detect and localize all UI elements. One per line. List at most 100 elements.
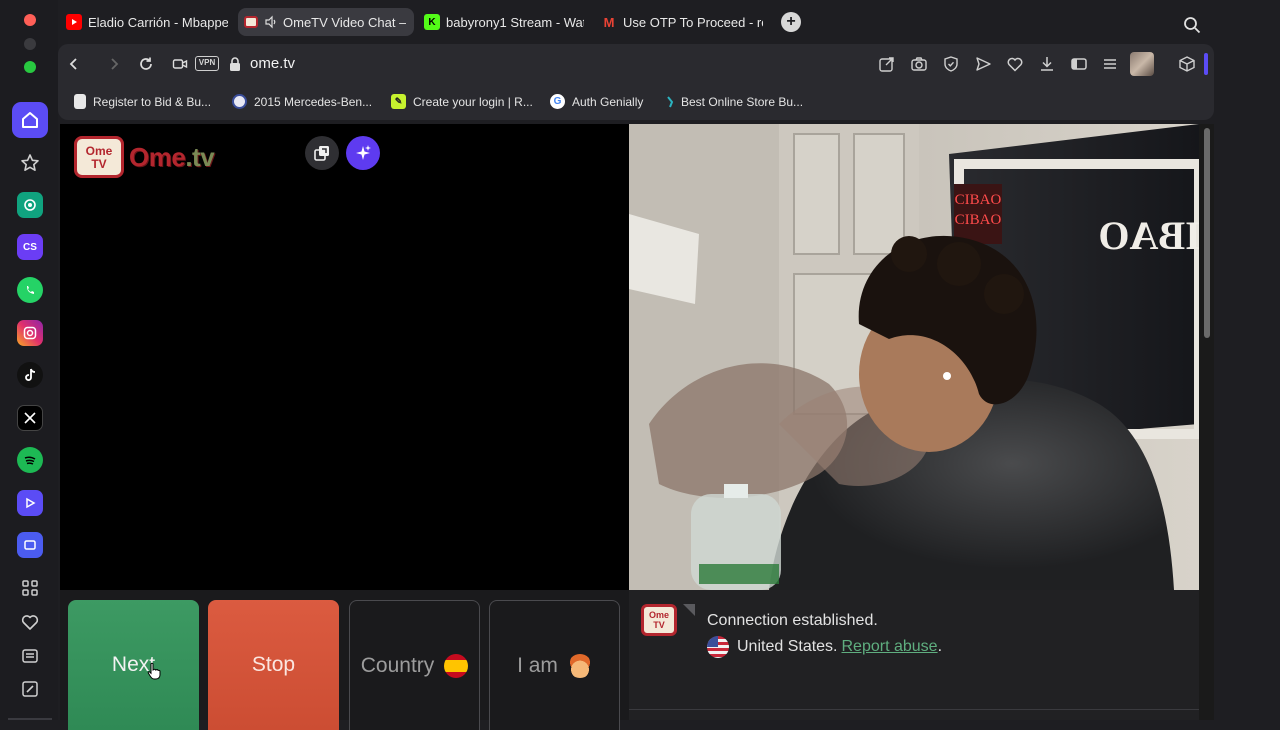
message-period: . [937, 638, 943, 655]
reload-button[interactable] [136, 54, 156, 74]
home-button[interactable] [12, 102, 48, 138]
effects-button[interactable] [346, 136, 380, 170]
popout-window-icon [314, 146, 329, 161]
search-icon[interactable] [1182, 15, 1202, 35]
sound-waves-icon [24, 456, 36, 465]
spotify-app-icon[interactable] [17, 447, 43, 473]
player-app-icon[interactable] [17, 490, 43, 516]
maximize-window-button[interactable] [24, 61, 36, 73]
close-window-button[interactable] [24, 14, 36, 26]
chevron-right-icon [111, 58, 119, 70]
stop-label: Stop [251, 653, 296, 676]
bookmark-item[interactable]: ✎ Create your login | R... [391, 94, 533, 109]
star-icon [21, 154, 39, 171]
speaker-icon[interactable] [264, 15, 278, 29]
scrollbar-thumb[interactable] [1204, 128, 1210, 338]
country-button[interactable]: Country [349, 600, 480, 730]
sparkles-icon [356, 145, 371, 160]
pencil-icon: ✎ [391, 94, 406, 109]
spain-flag-icon [444, 653, 469, 678]
back-button[interactable] [64, 54, 84, 74]
video-capture-button[interactable] [170, 54, 190, 74]
phone-icon [27, 286, 34, 294]
chat-controls: Next Stop Country I am [60, 590, 629, 730]
chevron-left-icon [69, 58, 77, 70]
logo-tv-badge: Ome TV [74, 136, 124, 178]
apps-grid-button[interactable] [12, 570, 48, 606]
logo-text-main: Ome [129, 142, 186, 172]
minimize-window-button[interactable] [24, 38, 36, 50]
tab-title: Use OTP To Proceed - ro [623, 14, 763, 30]
tab-gmail[interactable]: M Use OTP To Proceed - ro [595, 8, 769, 36]
bookmark-label: Auth Genially [572, 94, 644, 109]
tab-title: OmeTV Video Chat – [283, 14, 407, 30]
vpn-badge[interactable]: VPN [195, 56, 219, 71]
reload-icon [140, 57, 152, 70]
tab-youtube[interactable]: Eladio Carrión - Mbappe [60, 8, 234, 36]
bookmark-label: 2015 Mercedes-Ben... [254, 94, 373, 109]
bookmark-label: Best Online Store Bu... [681, 94, 804, 109]
logo-badge-bottom: TV [91, 157, 107, 171]
notes-button[interactable] [12, 638, 48, 674]
popout-button[interactable] [305, 136, 339, 170]
local-video-area: Ome TV Ome.tv [60, 124, 629, 590]
camera-outline-icon [23, 326, 37, 340]
url-field[interactable]: ome.tv [250, 55, 295, 72]
favorites-button[interactable] [12, 145, 48, 181]
bookmark-item[interactable]: 2015 Mercedes-Ben... [232, 94, 372, 109]
menu-icon[interactable] [1101, 55, 1119, 73]
ometv-page: Ome TV Ome.tv CIBAO CIBAO BAO Next Stop … [60, 124, 1214, 730]
connection-message: Connection established. [707, 612, 878, 629]
browser-sidebar: CS [0, 0, 58, 720]
instagram-app-icon[interactable] [17, 320, 43, 346]
chat-input-divider [629, 709, 1199, 710]
red-sign-text-2: CIBAO [955, 212, 1002, 228]
ometv-logo[interactable]: Ome TV Ome.tv [74, 132, 224, 182]
boy-face-icon [567, 653, 592, 678]
country-message: United States. Report abuse. [707, 636, 942, 658]
share-icon[interactable] [878, 55, 896, 73]
sidebar-toggle-icon[interactable] [1070, 55, 1088, 73]
forward-button[interactable] [104, 54, 124, 74]
cs-app-icon[interactable]: CS [17, 234, 43, 260]
bookmarks-bar: Register to Bid & Bu... 2015 Mercedes-Be… [58, 84, 1214, 120]
chat-panel: Ome TV Connection established. United St… [629, 590, 1199, 720]
profile-avatar[interactable] [1130, 52, 1154, 76]
ext-accent-bar [1204, 53, 1208, 75]
red-sign-text: CIBAO [955, 192, 1002, 208]
gender-button[interactable]: I am [489, 600, 620, 730]
next-button[interactable]: Next [68, 600, 199, 730]
ometv-icon [244, 16, 258, 28]
send-icon[interactable] [974, 55, 992, 73]
bookmark-item[interactable]: Best Online Store Bu... [666, 94, 803, 109]
tab-ometv[interactable]: OmeTV Video Chat – [238, 8, 414, 36]
tab-title: babyrony1 Stream - Wat [446, 14, 584, 30]
youtube-icon [66, 14, 82, 30]
play-icon [26, 497, 36, 509]
x-app-icon[interactable] [17, 405, 43, 431]
wishlist-button[interactable] [12, 604, 48, 640]
extensions-cube-icon[interactable] [1178, 55, 1196, 73]
partner-video-frame: CIBAO CIBAO CIBAO [629, 124, 1199, 590]
whatsapp-app-icon[interactable] [17, 277, 43, 303]
new-tab-button[interactable]: + [781, 12, 801, 32]
lock-icon[interactable] [228, 56, 242, 72]
bookmark-item[interactable]: G Auth Genially [550, 94, 643, 109]
stop-button[interactable]: Stop [208, 600, 339, 730]
chatgpt-app-icon[interactable] [17, 192, 43, 218]
edit-button[interactable] [12, 671, 48, 707]
shield-icon[interactable] [942, 55, 960, 73]
snapshot-icon[interactable] [910, 55, 928, 73]
download-icon[interactable] [1038, 55, 1056, 73]
tab-kick[interactable]: K babyrony1 Stream - Wat [418, 8, 590, 36]
tiktok-app-icon[interactable] [17, 362, 43, 388]
cast-app-icon[interactable] [17, 532, 43, 558]
window-sign-text: CIBAO [1098, 213, 1199, 258]
iam-label: I am [517, 653, 558, 677]
heart-icon[interactable] [1006, 55, 1024, 73]
country-label: Country [360, 653, 435, 677]
chatgpt-logo-icon [24, 199, 36, 211]
report-abuse-link[interactable]: Report abuse [842, 638, 938, 656]
bookmark-item[interactable]: Register to Bid & Bu... [74, 94, 211, 109]
hand-cursor-icon [147, 662, 161, 680]
